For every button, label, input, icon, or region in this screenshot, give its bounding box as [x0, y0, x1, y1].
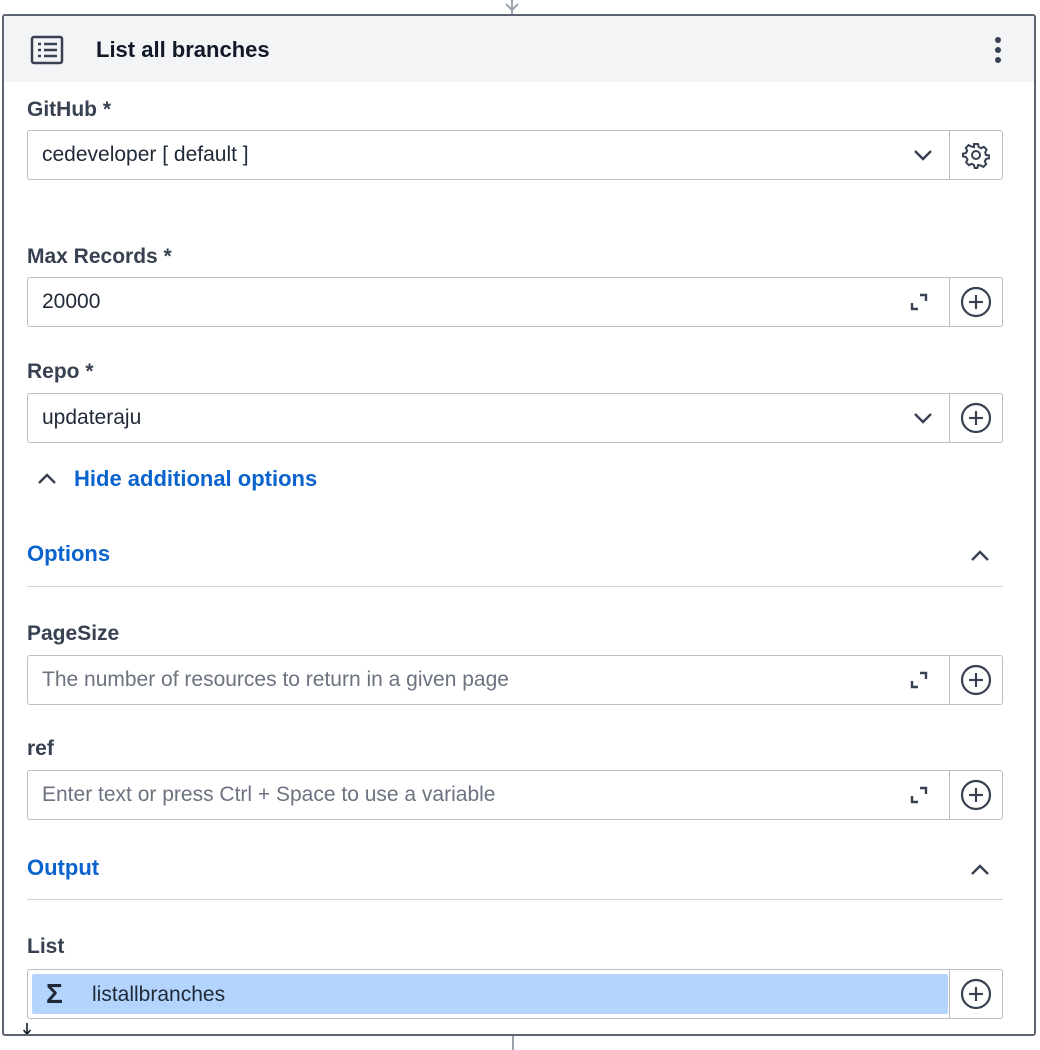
flow-connector-bottom [512, 1036, 514, 1050]
ref-add-button[interactable] [949, 771, 1002, 819]
repo-select[interactable]: updateraju [27, 393, 1003, 443]
options-section-title: Options [27, 541, 111, 566]
list-label: List [27, 935, 65, 958]
max-records-input[interactable]: 20000 [27, 277, 1003, 327]
sigma-icon: Σ [46, 978, 63, 1009]
list-icon [30, 35, 64, 65]
repo-add-button[interactable] [949, 394, 1002, 442]
chevron-down-icon[interactable] [912, 144, 934, 166]
chevron-up-icon [38, 473, 56, 484]
page-size-label: PageSize [27, 622, 120, 645]
page-size-placeholder: The number of resources to return in a g… [42, 668, 509, 691]
output-section-header[interactable]: Output [27, 849, 1003, 889]
output-section-title: Output [27, 855, 100, 880]
scroll-down-arrow-icon[interactable] [22, 1022, 32, 1036]
plus-circle-icon [960, 978, 992, 1010]
github-connection-select[interactable]: cedeveloper [ default ] [27, 130, 1003, 180]
expand-icon[interactable] [908, 291, 930, 313]
section-divider [27, 899, 1003, 900]
chevron-down-icon[interactable] [912, 407, 934, 429]
chevron-up-icon[interactable] [969, 545, 991, 567]
output-variable-name: listallbranches [92, 983, 226, 1006]
options-section-header[interactable]: Options [27, 535, 1003, 575]
chevron-up-icon[interactable] [969, 859, 991, 881]
kebab-menu-icon[interactable] [984, 34, 1012, 66]
max-records-label: Max Records * [27, 245, 172, 268]
list-add-button[interactable] [949, 970, 1002, 1018]
plus-circle-icon [960, 286, 992, 318]
github-value: cedeveloper [ default ] [42, 143, 249, 166]
hide-additional-options-link[interactable]: Hide additional options [36, 464, 317, 494]
list-output-field[interactable]: Σ listallbranches [27, 969, 1003, 1019]
gear-icon [962, 143, 990, 169]
max-records-add-button[interactable] [949, 278, 1002, 326]
card-header: List all branches [4, 16, 1034, 82]
ref-input[interactable]: Enter text or press Ctrl + Space to use … [27, 770, 1003, 820]
github-label: GitHub * [27, 98, 111, 121]
repo-value: updateraju [42, 406, 142, 429]
page-size-input[interactable]: The number of resources to return in a g… [27, 655, 1003, 705]
card-title: List all branches [96, 37, 270, 62]
hide-additional-options-label: Hide additional options [74, 466, 318, 491]
expand-icon[interactable] [908, 669, 930, 691]
expand-icon[interactable] [908, 784, 930, 806]
max-records-value: 20000 [42, 290, 101, 313]
section-divider [27, 586, 1003, 587]
page-size-add-button[interactable] [949, 656, 1002, 704]
plus-circle-icon [960, 402, 992, 434]
ref-label: ref [27, 737, 54, 760]
connection-settings-button[interactable] [949, 131, 1002, 179]
plus-circle-icon [960, 664, 992, 696]
output-variable-pill[interactable]: Σ listallbranches [32, 974, 948, 1014]
action-card: List all branches GitHub * cedeveloper [… [2, 14, 1036, 1036]
ref-placeholder: Enter text or press Ctrl + Space to use … [42, 783, 496, 806]
repo-label: Repo * [27, 360, 94, 383]
plus-circle-icon [960, 779, 992, 811]
